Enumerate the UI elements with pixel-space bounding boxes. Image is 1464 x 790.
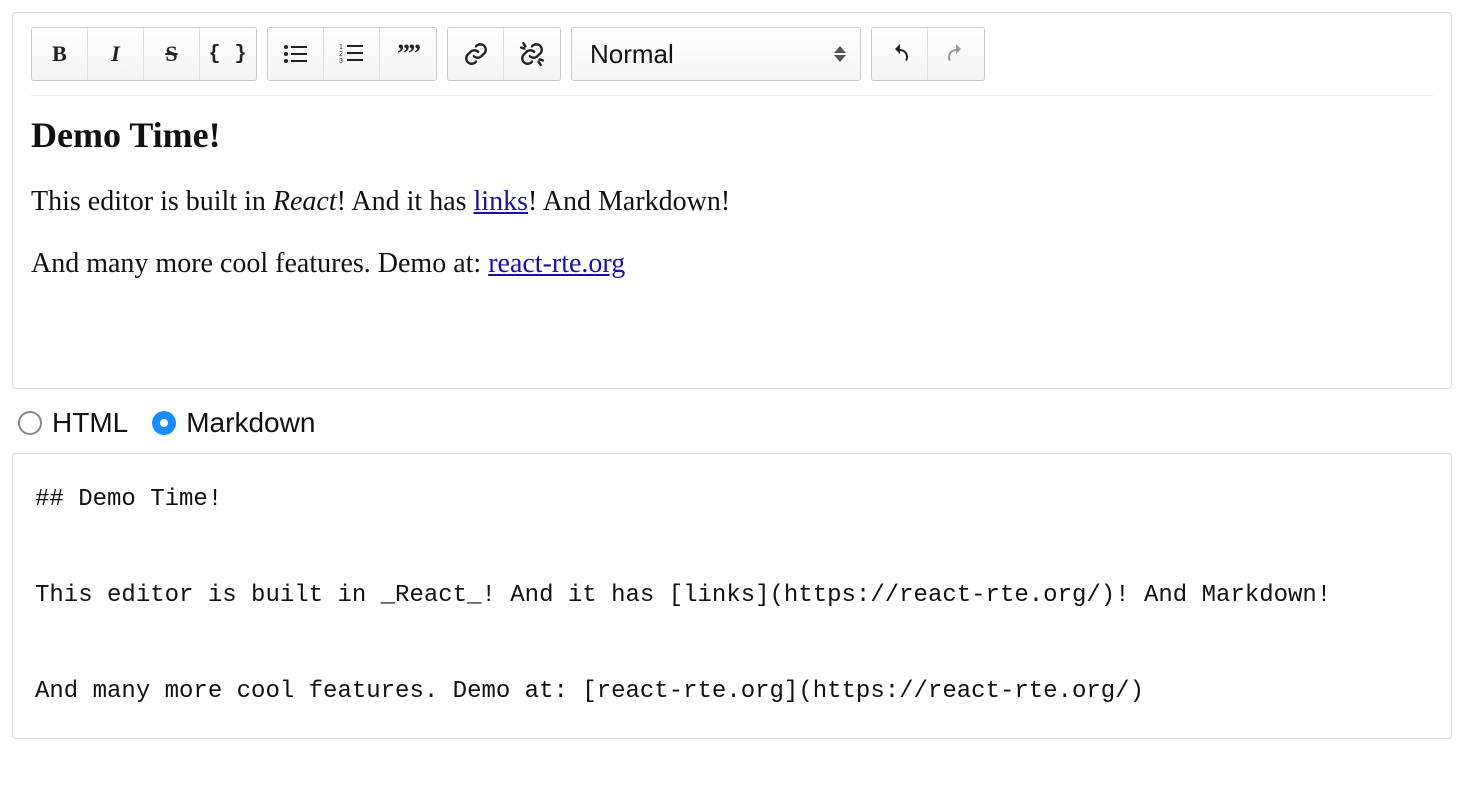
ul-icon <box>283 43 309 65</box>
svg-text:1: 1 <box>339 44 343 51</box>
ul-button[interactable] <box>268 28 324 80</box>
source-format-row: HTML Markdown <box>18 407 1452 439</box>
radio-html-label[interactable]: HTML <box>52 407 128 439</box>
unlink-button[interactable] <box>504 28 560 80</box>
source-output[interactable]: ## Demo Time! This editor is built in _R… <box>35 476 1429 716</box>
link-links[interactable]: links <box>474 186 528 217</box>
ol-button[interactable]: 1 2 3 <box>324 28 380 80</box>
text: ! And it has <box>337 186 474 217</box>
text: And many more cool features. Demo at: <box>31 248 488 279</box>
content-paragraph-1: This editor is built in React! And it ha… <box>31 182 1433 221</box>
history-group <box>871 27 985 81</box>
radio-html[interactable] <box>18 411 42 435</box>
editor-panel: B I S { } 1 <box>12 12 1452 389</box>
blockquote-icon: ”” <box>397 39 419 69</box>
select-caret-icon <box>834 46 846 62</box>
redo-icon <box>944 42 968 66</box>
link-react-rte[interactable]: react-rte.org <box>488 248 625 279</box>
undo-icon <box>888 42 912 66</box>
editor-content[interactable]: Demo Time! This editor is built in React… <box>31 110 1433 370</box>
unlink-icon <box>519 41 545 67</box>
toolbar: B I S { } 1 <box>31 27 1433 96</box>
bold-icon: B <box>52 41 67 67</box>
italic-icon: I <box>111 41 120 67</box>
radio-markdown-label[interactable]: Markdown <box>186 407 315 439</box>
link-button[interactable] <box>448 28 504 80</box>
inline-style-group: B I S { } <box>31 27 257 81</box>
svg-text:3: 3 <box>339 58 343 65</box>
ol-icon: 1 2 3 <box>339 43 365 65</box>
redo-button[interactable] <box>928 28 984 80</box>
link-icon <box>463 41 489 67</box>
code-button[interactable]: { } <box>200 28 256 80</box>
block-type-value: Normal <box>590 39 674 70</box>
block-type-select[interactable]: Normal <box>571 27 861 81</box>
link-group <box>447 27 561 81</box>
text: ! And Markdown! <box>528 186 730 217</box>
content-paragraph-2: And many more cool features. Demo at: re… <box>31 244 1433 283</box>
source-panel: ## Demo Time! This editor is built in _R… <box>12 453 1452 739</box>
blockquote-button[interactable]: ”” <box>380 28 436 80</box>
svg-text:2: 2 <box>339 51 343 58</box>
italic-button[interactable]: I <box>88 28 144 80</box>
strikethrough-icon: S <box>165 41 177 67</box>
bold-button[interactable]: B <box>32 28 88 80</box>
block-style-group: 1 2 3 ”” <box>267 27 437 81</box>
code-icon: { } <box>208 43 247 66</box>
radio-markdown[interactable] <box>152 411 176 435</box>
undo-button[interactable] <box>872 28 928 80</box>
text: This editor is built in <box>31 186 273 217</box>
strikethrough-button[interactable]: S <box>144 28 200 80</box>
content-heading: Demo Time! <box>31 110 1433 160</box>
italic-text: React <box>273 186 337 217</box>
